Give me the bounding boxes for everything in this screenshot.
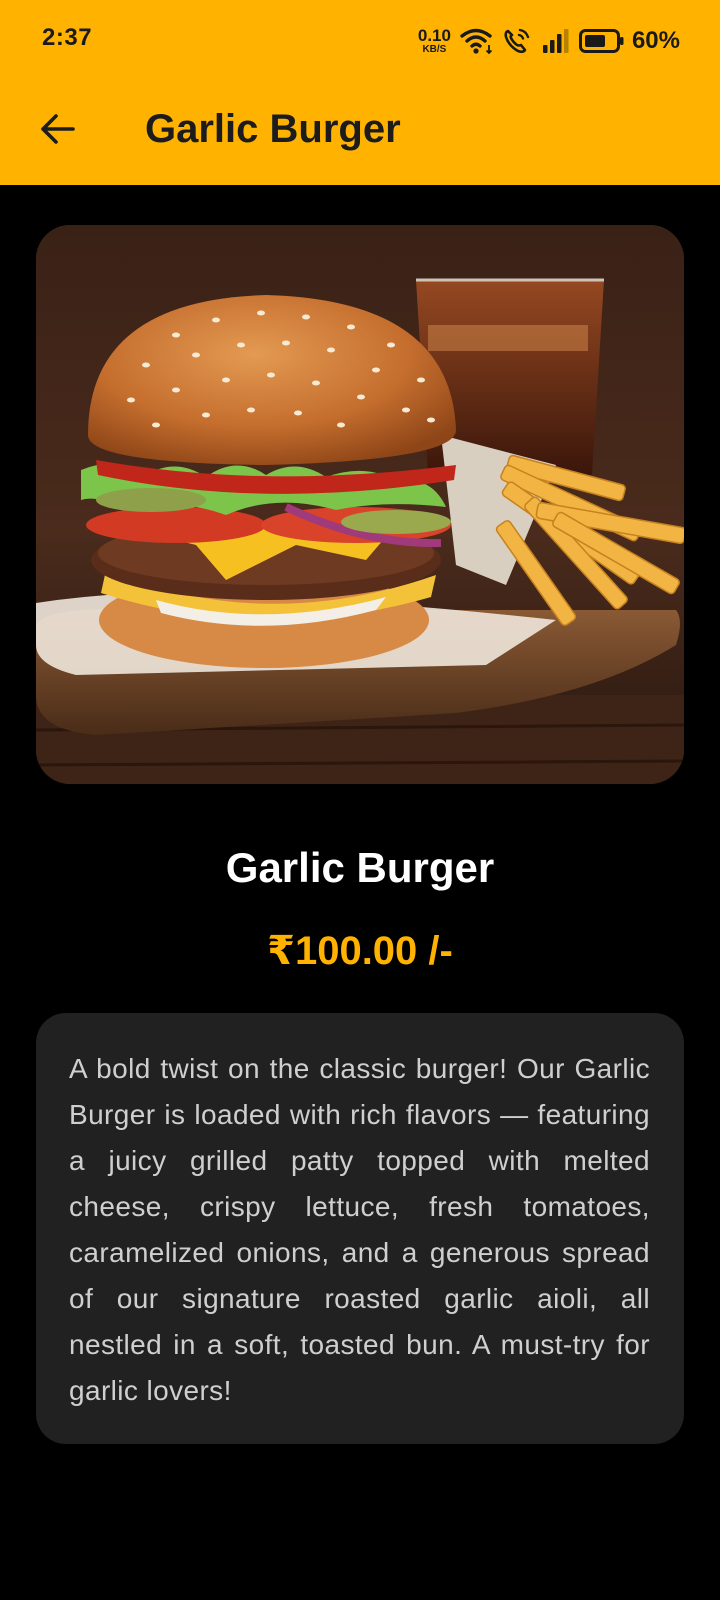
signal-icon [542,29,569,53]
arrow-left-icon [41,114,75,144]
app-bar-title: Garlic Burger [145,107,401,151]
header: 2:37 0.10 KB/S 60% Garlic Burger [0,0,720,185]
description-card: A bold twist on the classic burger! Our … [36,1013,684,1444]
product-description: A bold twist on the classic burger! Our … [69,1053,650,1406]
volte-call-icon [504,28,530,54]
network-speed-unit: KB/S [422,44,447,55]
battery-icon [578,29,624,53]
network-speed-value: 0.10 [417,26,451,45]
status-time: 2:37 [42,24,93,51]
product-detail-screen: 2:37 0.10 KB/S 60% Garlic Burger Garlic … [0,0,720,1600]
product-price: ₹100.00 /- [267,929,453,973]
product-name: Garlic Burger [225,844,495,891]
back-button[interactable] [30,102,84,156]
product-image [36,225,684,784]
battery-percentage: 60% [631,27,680,54]
status-icons: 0.10 KB/S 60% [418,24,680,58]
network-speed: 0.10 KB/S [418,27,451,55]
status-bar: 2:37 0.10 KB/S 60% [0,0,720,84]
wifi-icon [460,28,493,55]
app-bar: Garlic Burger [0,84,720,185]
